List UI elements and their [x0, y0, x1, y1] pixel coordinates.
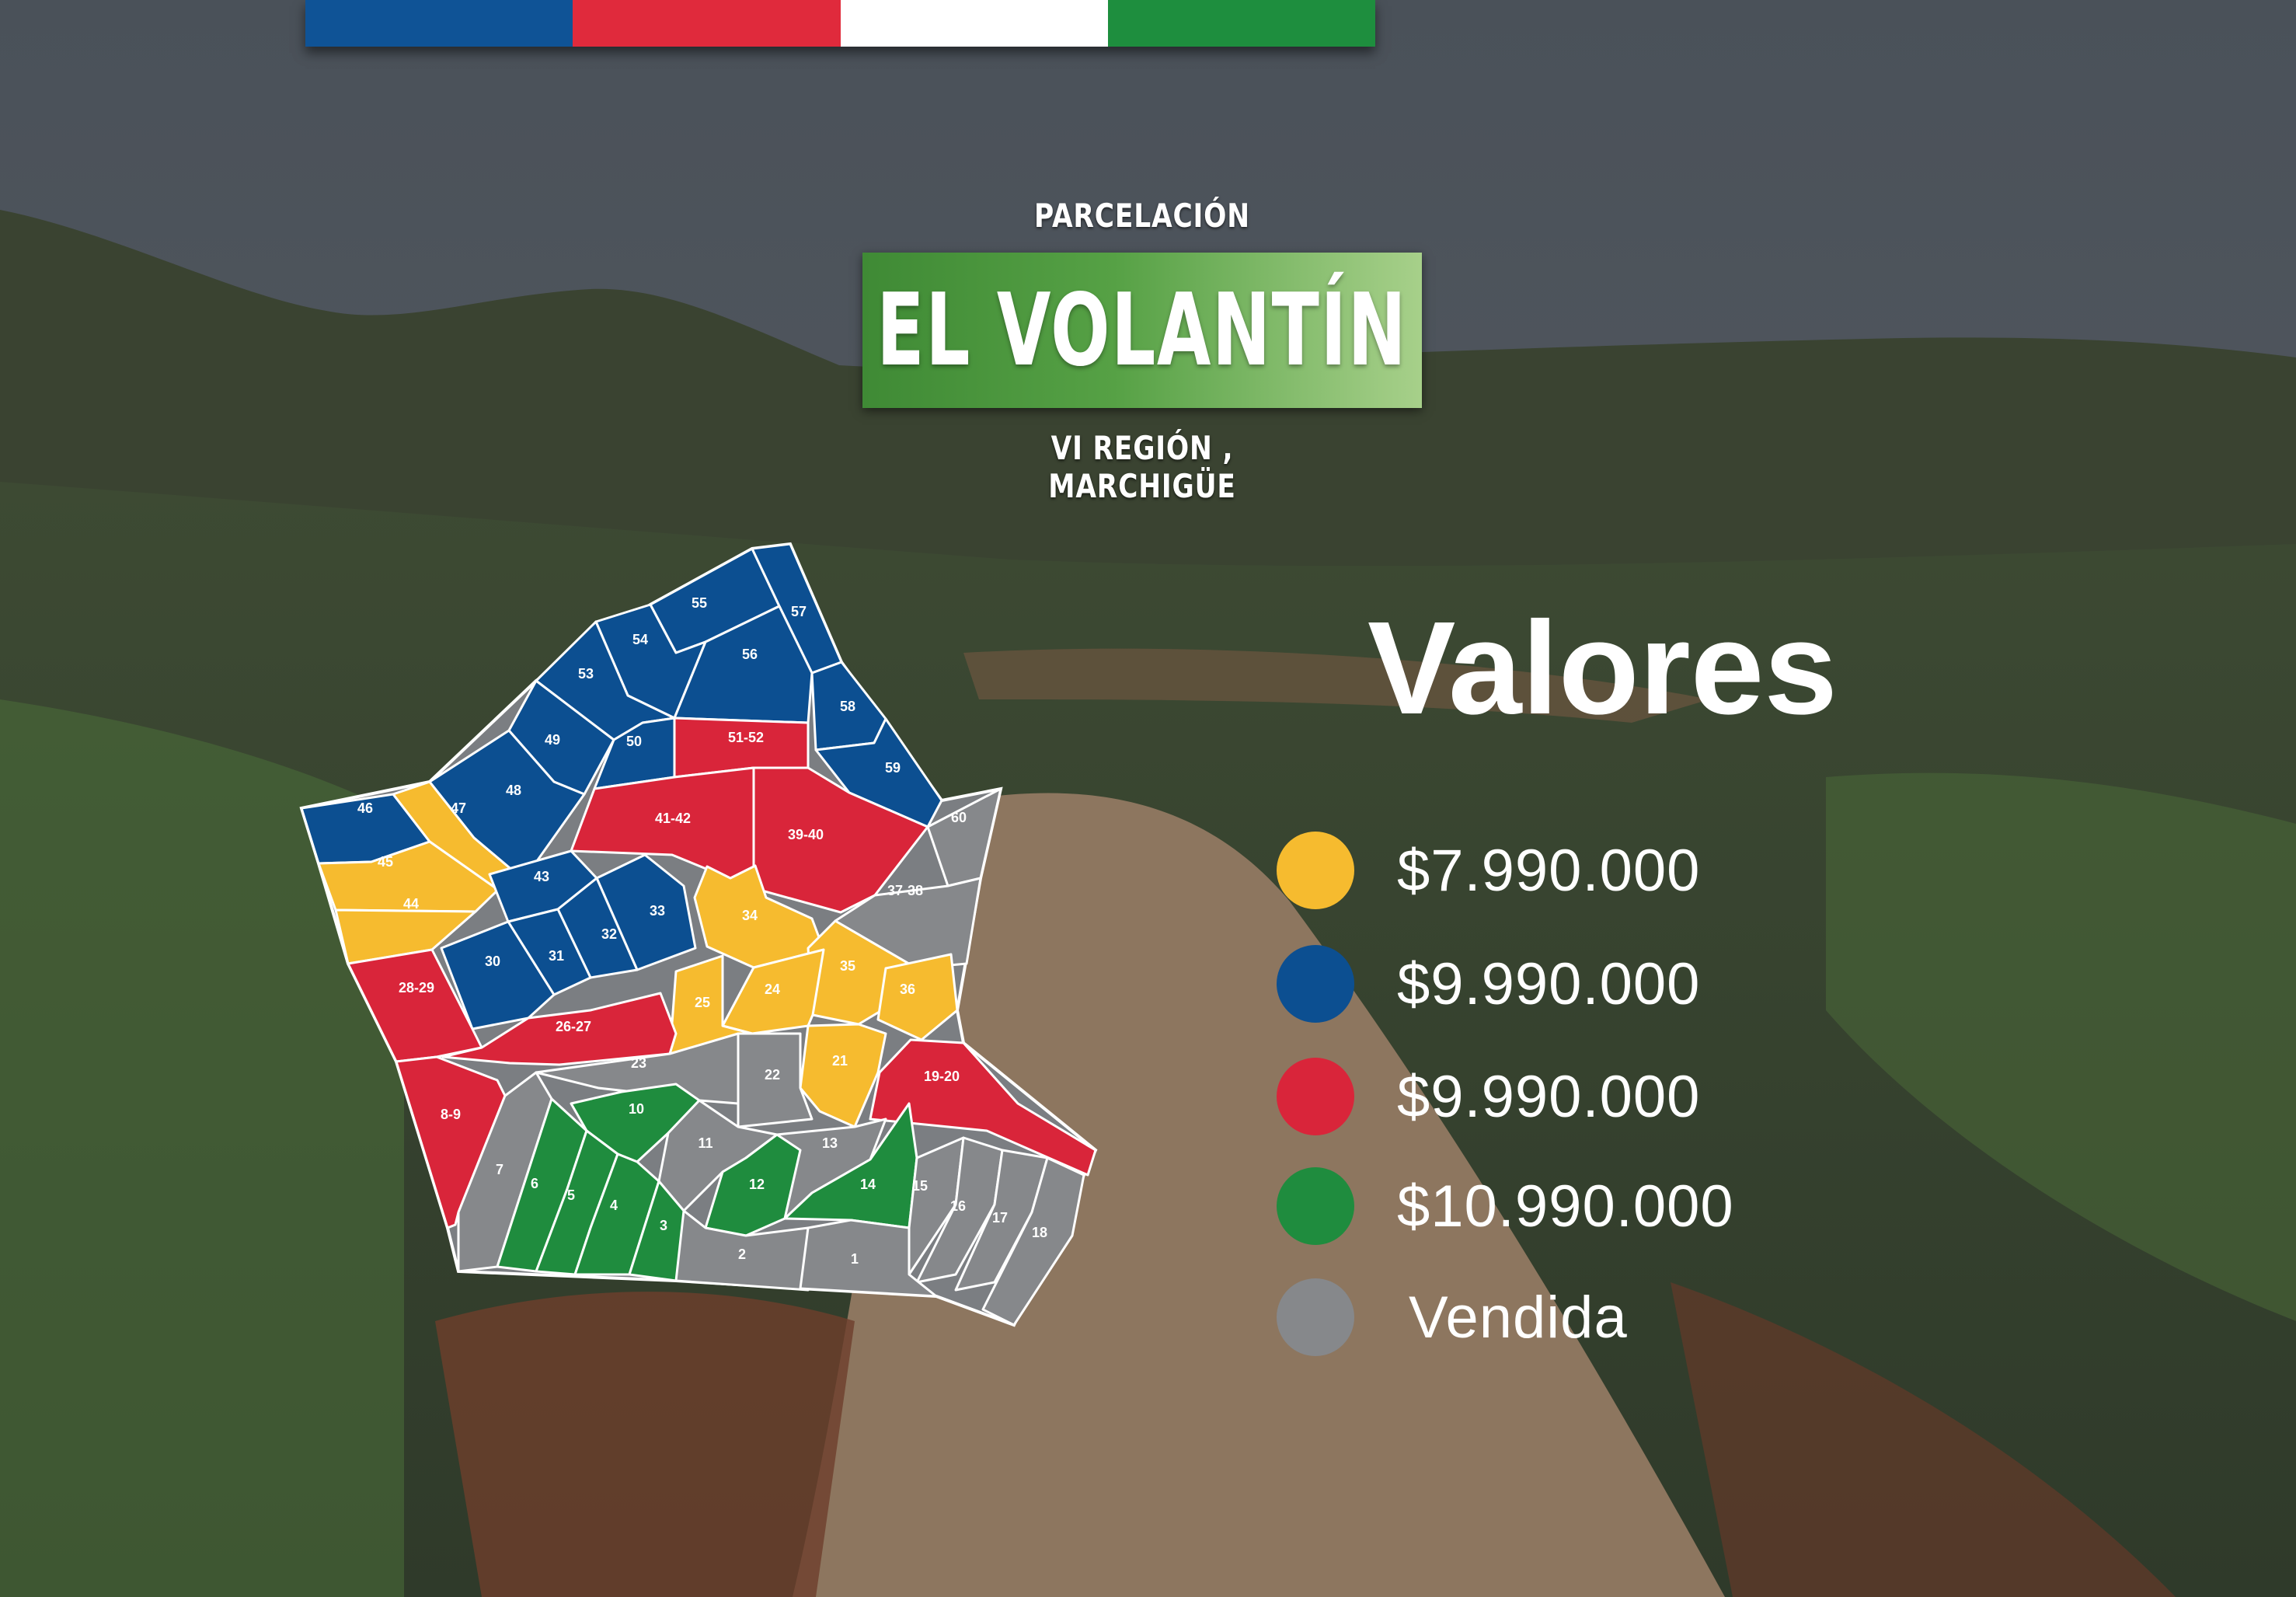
lot-label-50: 50: [626, 734, 642, 749]
legend-dot: [1277, 1058, 1354, 1135]
lot-label-43: 43: [534, 869, 549, 884]
lot-label-41-42: 41-42: [655, 811, 691, 826]
lot-label-37-38: 37-38: [887, 883, 923, 898]
lot-label-21: 21: [832, 1053, 848, 1069]
lot-label-58: 58: [840, 699, 855, 714]
lot-label-18: 18: [1032, 1225, 1047, 1240]
lot-label-32: 32: [601, 926, 617, 942]
legend-item-gray: Vendida: [1277, 1278, 1628, 1356]
lot-label-26-27: 26-27: [556, 1019, 591, 1034]
lot-label-31: 31: [549, 948, 564, 964]
lot-label-13: 13: [822, 1135, 838, 1151]
lot-label-60: 60: [951, 810, 967, 825]
lot-label-8-9: 8-9: [441, 1107, 461, 1122]
lot-label-56: 56: [742, 647, 758, 662]
legend-title: Valores: [1367, 595, 1838, 742]
lot-label-15: 15: [912, 1178, 928, 1194]
lot-label-10: 10: [629, 1101, 644, 1117]
lot-label-1: 1: [851, 1251, 859, 1267]
legend-dot: [1277, 945, 1354, 1023]
lot-label-57: 57: [791, 604, 807, 619]
lot-label-44: 44: [403, 896, 419, 912]
lot-label-6: 6: [531, 1176, 538, 1191]
lot-label-4: 4: [610, 1198, 618, 1213]
lot-label-47: 47: [451, 800, 466, 816]
lot-label-59: 59: [885, 760, 901, 776]
lot-label-23: 23: [631, 1055, 646, 1071]
lot-label-14: 14: [860, 1177, 876, 1192]
legend-label: $9.990.000: [1397, 1063, 1701, 1130]
lot-label-24: 24: [765, 982, 780, 997]
lot-label-12: 12: [749, 1177, 765, 1192]
lot-label-17: 17: [992, 1210, 1008, 1226]
lot-label-45: 45: [378, 854, 393, 870]
lot-label-28-29: 28-29: [399, 980, 434, 996]
lot-label-19-20: 19-20: [924, 1069, 960, 1084]
lot-label-46: 46: [357, 800, 373, 816]
lot-label-25: 25: [695, 995, 710, 1010]
lot-label-22: 22: [765, 1067, 780, 1083]
legend-label: $7.990.000: [1397, 837, 1701, 904]
lot-label-54: 54: [632, 632, 648, 647]
lot-label-33: 33: [650, 903, 665, 919]
legend-dot: [1277, 832, 1354, 909]
legend-item-blue: $9.990.000: [1277, 945, 1700, 1023]
lot-label-51-52: 51-52: [728, 730, 764, 745]
legend-item-green: $10.990.000: [1277, 1167, 1734, 1245]
lot-label-7: 7: [496, 1162, 503, 1177]
legend-label: $9.990.000: [1397, 950, 1701, 1017]
legend-dot: [1277, 1167, 1354, 1245]
lot-label-11: 11: [698, 1135, 712, 1151]
lot-label-39-40: 39-40: [788, 827, 824, 842]
lot-label-49: 49: [545, 732, 560, 748]
lot-label-53: 53: [578, 666, 594, 682]
lot-label-5: 5: [567, 1187, 575, 1203]
lot-label-34: 34: [742, 908, 758, 923]
legend-label: $10.990.000: [1397, 1173, 1734, 1240]
parcel-map: 55575456535849 50 51-525946 474841-4239-406…: [299, 542, 1098, 1327]
lot-label-35: 35: [840, 958, 855, 974]
legend-label: Vendida: [1409, 1284, 1628, 1351]
legend-item-red: $9.990.000: [1277, 1058, 1700, 1135]
lot-label-48: 48: [506, 783, 521, 798]
lot-label-16: 16: [950, 1198, 966, 1214]
lot-label-36: 36: [900, 982, 915, 997]
lot-label-55: 55: [692, 595, 707, 611]
lot-label-3: 3: [660, 1218, 667, 1233]
legend-item-yellow: $7.990.000: [1277, 832, 1700, 909]
legend-dot: [1277, 1278, 1354, 1356]
lot-label-2: 2: [738, 1247, 746, 1262]
lot-label-30: 30: [485, 954, 500, 969]
